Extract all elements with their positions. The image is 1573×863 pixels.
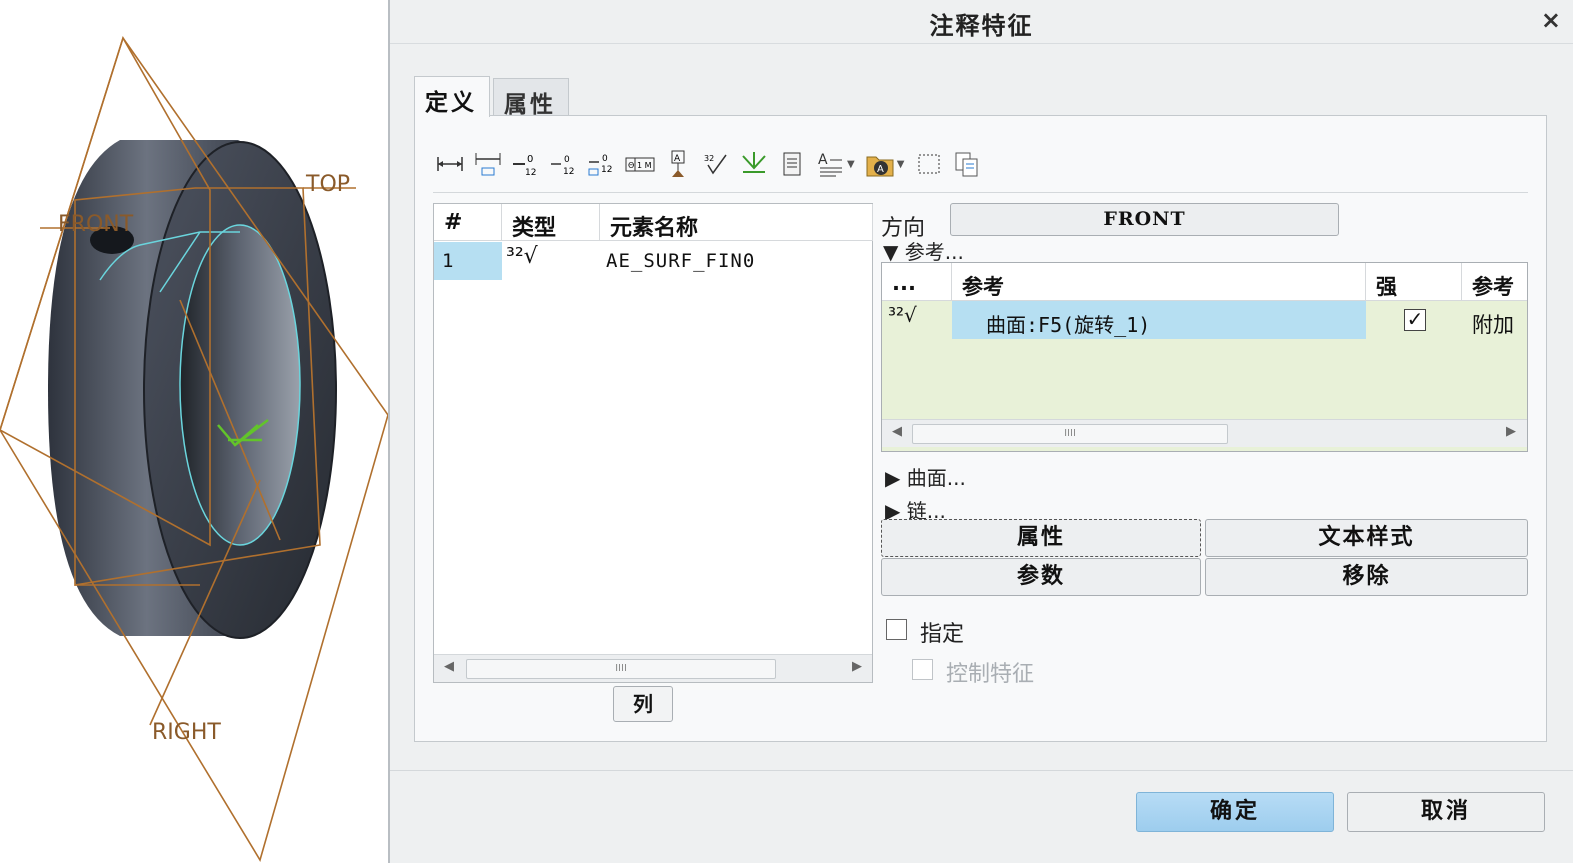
surface-finish-icon[interactable]: ³²√ bbox=[506, 244, 538, 269]
ref-table-scrollbar[interactable]: ◀ IIII ▶ bbox=[882, 419, 1527, 447]
surfaces-toggle[interactable]: ▶ 曲面... bbox=[885, 462, 966, 491]
column-header-type[interactable]: 类型 bbox=[502, 204, 600, 241]
tolerance-icon[interactable]: 0 12 bbox=[547, 147, 581, 181]
linear-dimension-icon[interactable] bbox=[433, 147, 467, 181]
text-style-icon[interactable]: A bbox=[813, 147, 847, 181]
specify-checkbox[interactable] bbox=[886, 619, 907, 640]
note-icon[interactable] bbox=[775, 147, 809, 181]
chevron-down-icon[interactable]: ▼ bbox=[897, 159, 905, 170]
tab-define[interactable]: 定义 bbox=[414, 76, 490, 117]
ok-button[interactable]: 确定 bbox=[1136, 792, 1334, 832]
select-box-icon[interactable] bbox=[912, 147, 946, 181]
ref-column-header-dots[interactable]: ... bbox=[882, 263, 952, 301]
control-feature-checkbox[interactable] bbox=[912, 659, 933, 680]
scrollbar-thumb[interactable]: IIII bbox=[466, 659, 776, 679]
control-feature-label: 控制特征 bbox=[946, 662, 1035, 687]
svg-text:0: 0 bbox=[527, 154, 533, 165]
svg-text:32: 32 bbox=[704, 154, 714, 163]
svg-text:12: 12 bbox=[601, 165, 612, 175]
table-row-name[interactable]: AE_SURF_FIN0 bbox=[606, 250, 755, 272]
remove-button[interactable]: 移除 bbox=[1205, 558, 1528, 596]
dialog-title: 注释特征 bbox=[929, 12, 1034, 40]
chevron-down-icon[interactable]: ▼ bbox=[847, 159, 855, 170]
direction-selector-button[interactable]: FRONT bbox=[950, 203, 1339, 236]
text-style-button[interactable]: 文本样式 bbox=[1205, 519, 1528, 557]
column-header-number[interactable]: # bbox=[434, 204, 502, 241]
svg-text:12: 12 bbox=[525, 168, 536, 177]
strong-checkbox[interactable]: ✓ bbox=[1404, 309, 1426, 331]
footer-divider bbox=[390, 770, 1573, 771]
toolbar-divider bbox=[433, 192, 1528, 193]
datum-label-top: TOP bbox=[306, 172, 351, 197]
tab-properties[interactable]: 属性 bbox=[493, 78, 569, 118]
datum-feature-icon[interactable]: A bbox=[661, 147, 695, 181]
element-table[interactable]: # 类型 元素名称 1 ³²√ AE_SURF_FIN0 ◀ IIII ▶ bbox=[433, 203, 873, 683]
columns-button[interactable]: 列 bbox=[613, 686, 673, 722]
scroll-right-icon[interactable]: ▶ bbox=[852, 659, 862, 674]
annotation-toolbar: 0 12 0 12 0 12 Θ1 M A 32 A ▼ A ▼ bbox=[433, 144, 988, 184]
specify-label: 指定 bbox=[920, 622, 965, 647]
svg-text:0: 0 bbox=[602, 154, 608, 164]
datum-target-icon[interactable]: 0 12 bbox=[509, 147, 543, 181]
svg-text:1 M: 1 M bbox=[637, 161, 652, 170]
cancel-button[interactable]: 取消 bbox=[1347, 792, 1545, 832]
close-button[interactable]: × bbox=[1541, 6, 1561, 34]
weld-symbol-icon[interactable] bbox=[737, 147, 771, 181]
ref-row-name[interactable]: 曲面:F5(旋转_1) bbox=[986, 309, 1150, 338]
scroll-left-icon[interactable]: ◀ bbox=[444, 659, 454, 674]
references-table[interactable]: ... 参考 强 参考 ³²√ 曲面:F5(旋转_1) ✓ 附加 ◀ IIII … bbox=[881, 262, 1528, 452]
scrollbar-thumb[interactable]: IIII bbox=[912, 424, 1228, 444]
ref-column-header-strong[interactable]: 强 bbox=[1366, 263, 1462, 301]
ring-bore bbox=[180, 225, 300, 545]
svg-text:Θ: Θ bbox=[628, 161, 634, 170]
copy-paste-icon[interactable] bbox=[950, 147, 984, 181]
ref-column-header-reference[interactable]: 参考 bbox=[952, 263, 1366, 301]
surface-finish-icon[interactable]: 32 bbox=[699, 147, 733, 181]
surface-finish-icon: ³²√ bbox=[888, 303, 917, 327]
element-table-scrollbar[interactable]: ◀ IIII ▶ bbox=[434, 654, 872, 682]
baseline-dimension-icon[interactable] bbox=[471, 147, 505, 181]
datum-label-front: FRONT bbox=[58, 212, 134, 237]
scroll-left-icon[interactable]: ◀ bbox=[892, 424, 902, 439]
svg-text:A: A bbox=[818, 152, 828, 168]
annotation-feature-dialog: 注释特征 × 定义 属性 0 12 0 12 0 12 Θ1 M A 32 A … bbox=[388, 0, 1573, 863]
svg-text:0: 0 bbox=[564, 155, 570, 165]
column-header-element-name[interactable]: 元素名称 bbox=[600, 204, 873, 241]
svg-text:12: 12 bbox=[563, 167, 574, 177]
properties-button[interactable]: 属性 bbox=[881, 519, 1201, 557]
svg-text:A: A bbox=[877, 164, 884, 175]
stacked-tolerance-icon[interactable]: 0 12 bbox=[585, 147, 619, 181]
ref-column-header-ref-type[interactable]: 参考 bbox=[1462, 263, 1527, 301]
title-bar[interactable]: 注释特征 × bbox=[390, 0, 1573, 44]
scroll-right-icon[interactable]: ▶ bbox=[1506, 424, 1516, 439]
svg-text:A: A bbox=[674, 154, 681, 164]
definition-panel: 0 12 0 12 0 12 Θ1 M A 32 A ▼ A ▼ # 类型 元素… bbox=[414, 115, 1547, 742]
references-toggle[interactable]: ▼ 参考... bbox=[883, 236, 964, 265]
table-row-number[interactable]: 1 bbox=[434, 242, 502, 280]
feature-control-frame-icon[interactable]: Θ1 M bbox=[623, 147, 657, 181]
datum-label-right: RIGHT bbox=[152, 720, 221, 745]
symbol-palette-icon[interactable]: A bbox=[863, 147, 897, 181]
model-viewport[interactable]: TOP FRONT RIGHT bbox=[0, 0, 388, 863]
parameters-button[interactable]: 参数 bbox=[881, 558, 1201, 596]
ref-row-reference-type[interactable]: 附加 bbox=[1472, 309, 1514, 339]
